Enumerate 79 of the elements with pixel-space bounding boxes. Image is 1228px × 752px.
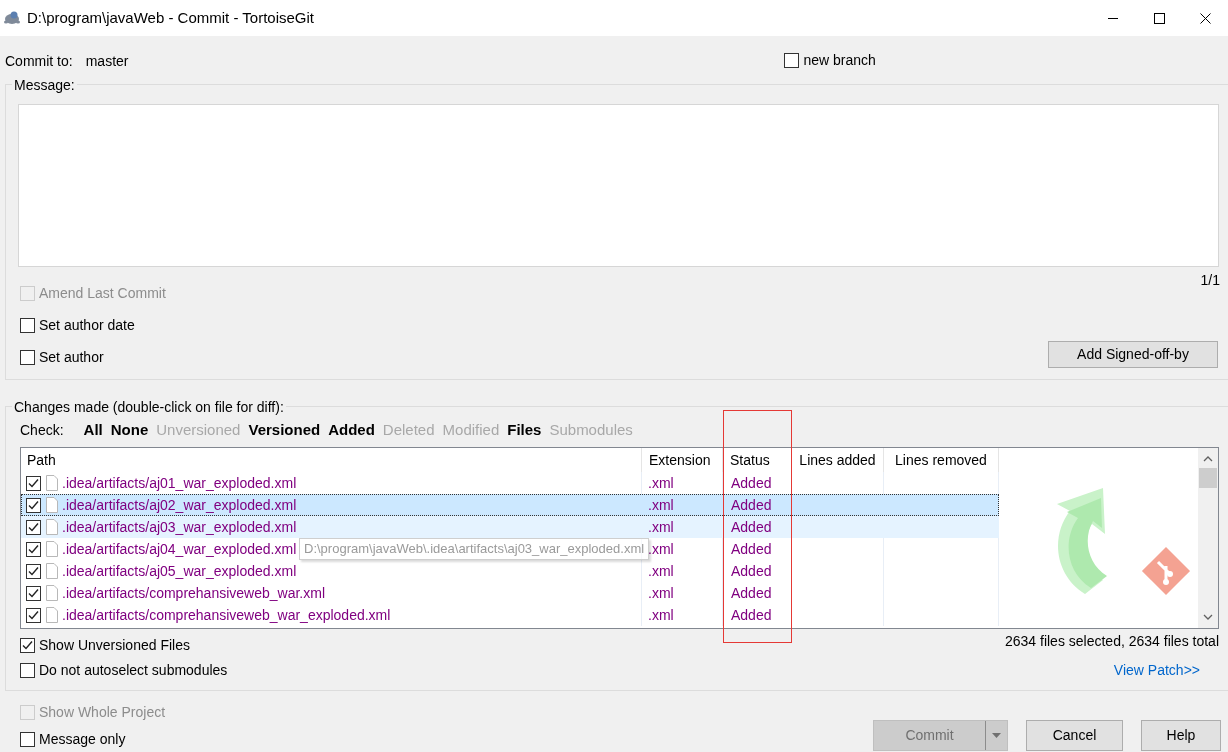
- file-row[interactable]: .idea/artifacts/aj04_war_exploded.xml D:\program\javaWeb\.idea\artifacts\aj03_war_exploded.xml .xml Added: [21, 538, 999, 560]
- turtle-icon: [3, 9, 21, 27]
- column-header[interactable]: Lines added: [792, 448, 884, 472]
- table-cell: Added: [731, 540, 772, 557]
- table-cell: .xml: [648, 562, 674, 579]
- checkbox[interactable]: [26, 519, 41, 535]
- filter-link[interactable]: Files: [507, 419, 542, 442]
- file-row[interactable]: .idea/artifacts/aj02_war_exploded.xml .xml Added: [21, 494, 999, 516]
- table-cell-text: .idea/artifacts/aj03_war_exploded.xml: [62, 517, 297, 537]
- table-cell: .xml: [648, 540, 674, 557]
- table-cell-text: .idea/artifacts/comprehansiveweb_war_exploded.xml: [62, 605, 391, 625]
- table-cell: .xml: [648, 474, 674, 491]
- table-cell: .xml: [648, 518, 674, 535]
- table-cell: .xml: [648, 496, 674, 513]
- line-counter: 1/1: [1200, 271, 1220, 290]
- filter-link[interactable]: None: [110, 419, 149, 442]
- signoff-button[interactable]: Add Signed-off-by: [1048, 341, 1218, 368]
- file-icon: [46, 585, 58, 601]
- checkbox-label[interactable]: Set author date: [39, 314, 135, 336]
- checkbox-label[interactable]: Message only: [39, 728, 126, 750]
- table-cell: .xml: [648, 584, 674, 601]
- checkbox-label[interactable]: Show Unversioned Files: [39, 634, 190, 656]
- filter-link[interactable]: Added: [328, 419, 375, 442]
- table-cell-text: .idea/artifacts/comprehansiveweb_war.xml: [62, 583, 325, 603]
- checkbox[interactable]: [784, 52, 800, 68]
- table-cell: Added: [731, 606, 772, 623]
- window-title: D:\program\javaWeb - Commit - TortoiseGit: [27, 7, 315, 28]
- checkbox[interactable]: [20, 731, 35, 747]
- column-header[interactable]: Status: [723, 448, 792, 472]
- table-cell: Added: [731, 474, 772, 491]
- checkbox[interactable]: [26, 585, 41, 601]
- table-cell-text: .idea/artifacts/aj01_war_exploded.xml: [62, 473, 297, 493]
- table-cell: Added: [731, 584, 772, 601]
- column-header[interactable]: Path: [21, 448, 642, 472]
- view-patch-link[interactable]: View Patch>>: [1113, 660, 1200, 681]
- file-icon: [46, 497, 58, 513]
- file-row[interactable]: .idea/artifacts/comprehansiveweb_war_exploded.xml .xml Added: [21, 604, 999, 626]
- table-cell: Added: [731, 562, 772, 579]
- table-cell-text: .idea/artifacts/aj05_war_exploded.xml: [62, 561, 297, 581]
- filter-link[interactable]: Versioned: [248, 419, 321, 442]
- checkbox[interactable]: [20, 637, 35, 653]
- file-icon: [46, 563, 58, 579]
- checkbox[interactable]: [26, 475, 41, 491]
- file-icon: [46, 519, 58, 535]
- scrollbar-thumb[interactable]: [1199, 468, 1217, 488]
- file-icon: [46, 475, 58, 491]
- file-row[interactable]: .idea/artifacts/aj01_war_exploded.xml .xml Added: [21, 472, 999, 494]
- file-row[interactable]: .idea/artifacts/aj03_war_exploded.xml .xml Added: [21, 516, 999, 538]
- table-cell-text: .idea/artifacts/aj04_war_exploded.xml: [62, 539, 297, 559]
- table-cell: Added: [731, 518, 772, 535]
- checkbox[interactable]: [20, 317, 35, 333]
- checkbox[interactable]: [26, 563, 41, 579]
- column-header[interactable]: Extension: [642, 448, 723, 472]
- check-label: Check:: [20, 420, 64, 440]
- table-cell-text: .idea/artifacts/aj02_war_exploded.xml: [62, 495, 297, 515]
- table-cell: Added: [731, 496, 772, 513]
- checkbox[interactable]: [20, 662, 35, 678]
- scrollbar[interactable]: [1198, 448, 1218, 628]
- commit-to-label: Commit to:: [5, 51, 73, 71]
- checkbox-label[interactable]: new branch: [803, 49, 876, 71]
- checkbox-label[interactable]: Do not autoselect submodules: [39, 659, 228, 681]
- file-row[interactable]: .idea/artifacts/aj05_war_exploded.xml .xml Added: [21, 560, 999, 582]
- dialog-button[interactable]: Help: [1141, 720, 1221, 751]
- column-header[interactable]: Lines removed: [884, 448, 999, 472]
- checkbox-label[interactable]: Set author: [39, 346, 104, 368]
- selection-summary: 2634 files selected, 2634 files total: [1004, 632, 1219, 651]
- dialog-button[interactable]: Cancel: [1026, 720, 1123, 751]
- branch-name: master: [85, 51, 129, 71]
- file-icon: [46, 541, 58, 557]
- checkbox[interactable]: [26, 607, 41, 623]
- file-icon: [46, 607, 58, 623]
- path-tooltip: D:\program\javaWeb\.idea\artifacts\aj03_war_exploded.xml: [299, 538, 650, 560]
- table-cell: .xml: [648, 606, 674, 623]
- message-field[interactable]: [18, 104, 1219, 267]
- checkbox[interactable]: [26, 541, 41, 557]
- checkbox[interactable]: [20, 349, 35, 365]
- file-row[interactable]: .idea/artifacts/comprehansiveweb_war.xml .xml Added: [21, 582, 999, 604]
- filter-link[interactable]: All: [83, 419, 103, 442]
- checkbox[interactable]: [26, 497, 41, 513]
